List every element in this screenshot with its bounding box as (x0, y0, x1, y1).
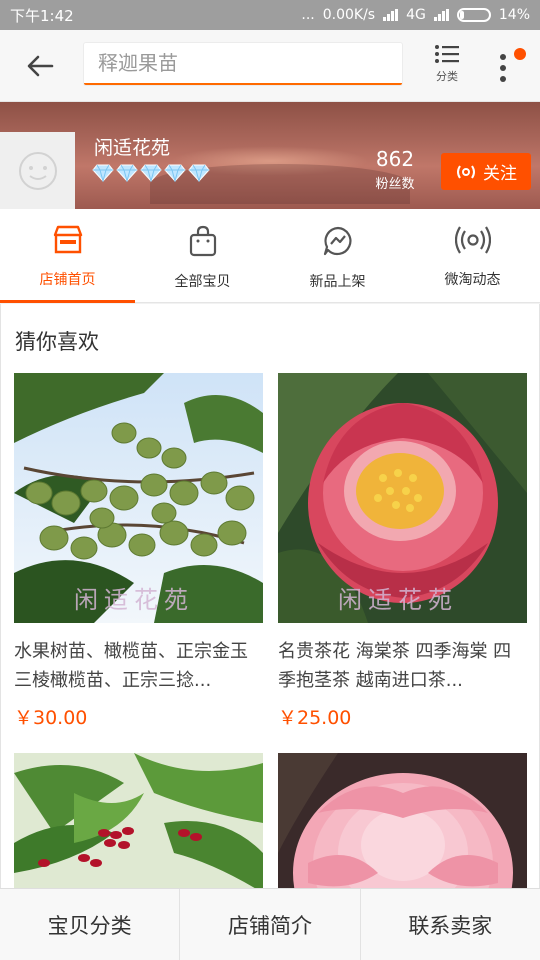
category-label: 分类 (436, 70, 458, 83)
top-bar: 分类 (0, 30, 540, 102)
back-button[interactable] (20, 48, 60, 84)
battery-icon (456, 8, 491, 22)
new-arrival-chat-icon (323, 226, 351, 256)
tab-store-home[interactable]: 店铺首页 (0, 209, 135, 303)
more-dot (500, 65, 506, 71)
contact-seller-button[interactable]: 联系卖家 (361, 889, 540, 960)
shopping-bag-icon (189, 225, 216, 257)
more-vertical-icon (500, 54, 506, 60)
search-box[interactable] (84, 43, 402, 85)
product-price: ￥30.00 (14, 707, 88, 729)
watermark: 闲适花苑 (74, 586, 194, 614)
recommendations-section: 猜你喜欢 闲适花苑 水果树苗、橄榄苗、正宗金玉三棱橄榄苗、正宗三捻... ￥30… (0, 304, 540, 888)
shop-tabs: 店铺首页 全部宝贝 新品上架 微淘动态 (0, 209, 540, 303)
search-input[interactable] (84, 43, 402, 83)
shop-banner: 闲适花苑 862 粉丝数 关注 (0, 102, 540, 209)
default-avatar-icon (18, 151, 57, 190)
fans-label: 粉丝数 (375, 177, 415, 192)
tab-label: 店铺首页 (39, 272, 96, 288)
product-title[interactable]: 名贵茶花 海棠茶 四季海棠 四季抱茎茶 越南进口茶... (278, 637, 527, 695)
diamond-icon (116, 164, 138, 182)
tab-new-arrivals[interactable]: 新品上架 (270, 209, 405, 302)
tab-weitao-updates[interactable]: 微淘动态 (405, 209, 540, 302)
status-indicators: ... 0.00K/s 4G 14% (301, 7, 530, 23)
shop-intro-button[interactable]: 店铺简介 (180, 889, 361, 960)
product-image-olive[interactable]: 闲适花苑 (14, 373, 263, 623)
product-price: ￥25.00 (278, 707, 352, 729)
bottom-nav: 宝贝分类 店铺简介 联系卖家 (0, 888, 540, 960)
follow-label: 关注 (483, 164, 517, 184)
shop-avatar[interactable] (0, 132, 75, 209)
network-type: 4G (406, 7, 426, 23)
store-icon (53, 225, 82, 254)
watermark: 闲适花苑 (338, 586, 458, 614)
fans-count: 862 (375, 147, 415, 171)
broadcast-icon (457, 164, 475, 179)
diamond-icon (188, 164, 210, 182)
back-arrow-icon (27, 55, 54, 77)
product-card[interactable]: 闲适花苑 名贵茶花 海棠茶 四季海棠 四季抱茎茶 越南进口茶... ￥25.00 (278, 373, 527, 730)
product-image-camellia[interactable]: 闲适花苑 (278, 373, 527, 623)
follow-button[interactable]: 关注 (441, 153, 531, 190)
more-dot (500, 76, 506, 82)
diamond-icon (164, 164, 186, 182)
notification-badge (514, 48, 526, 60)
item-categories-button[interactable]: 宝贝分类 (0, 889, 181, 960)
tab-label: 新品上架 (309, 274, 366, 290)
category-button[interactable]: 分类 (426, 44, 468, 90)
shop-name: 闲适花苑 (94, 137, 171, 159)
product-title[interactable]: 水果树苗、橄榄苗、正宗金玉三棱橄榄苗、正宗三捻... (14, 637, 263, 695)
signal-strength-icon (433, 9, 449, 21)
battery-percent: 14% (498, 7, 530, 23)
broadcast-icon (454, 226, 491, 254)
list-icon (435, 45, 459, 63)
status-time: 下午1:42 (10, 6, 74, 25)
more-menu-button[interactable] (490, 48, 526, 88)
section-title: 猜你喜欢 (15, 330, 99, 354)
product-card[interactable] (14, 753, 263, 888)
tab-label: 微淘动态 (444, 272, 501, 288)
network-speed: 0.00K/s (322, 7, 376, 23)
shop-rating-diamonds (92, 164, 210, 182)
product-card[interactable]: 闲适花苑 水果树苗、橄榄苗、正宗金玉三棱橄榄苗、正宗三捻... ￥30.00 (14, 373, 263, 730)
signal-icon (383, 9, 399, 21)
notification-dots: ... (301, 7, 315, 23)
product-image-pink-camellia[interactable] (278, 753, 527, 888)
diamond-icon (140, 164, 162, 182)
product-card[interactable] (278, 753, 527, 888)
status-bar: 下午1:42 ... 0.00K/s 4G 14% (0, 0, 540, 30)
tab-label: 全部宝贝 (174, 274, 231, 290)
tab-all-items[interactable]: 全部宝贝 (135, 209, 270, 302)
product-image-berries[interactable] (14, 753, 263, 888)
diamond-icon (92, 164, 114, 182)
fans-counter: 862 粉丝数 (366, 147, 424, 192)
